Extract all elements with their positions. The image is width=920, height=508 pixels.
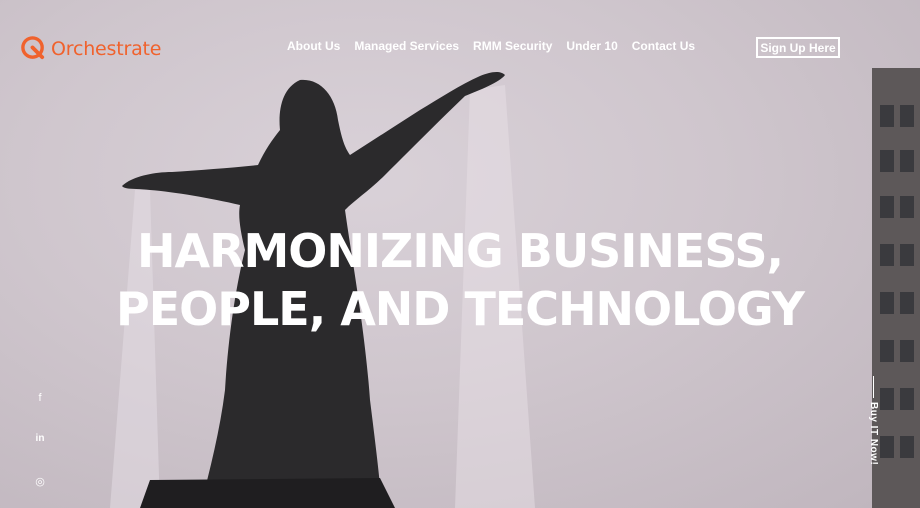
main-nav: About Us Managed Services RMM Security U…: [287, 39, 695, 53]
nav-link-contact-us[interactable]: Contact Us: [632, 39, 695, 53]
buy-it-now-label: Buy IT Now!: [868, 402, 879, 466]
nav-link-managed-services[interactable]: Managed Services: [354, 39, 459, 53]
orchestrate-logo-icon: [21, 36, 45, 60]
brand-name: Orchestrate: [51, 37, 162, 60]
nav-link-rmm-security[interactable]: RMM Security: [473, 39, 552, 53]
hero-headline-line-1: HARMONIZING BUSINESS,: [137, 224, 784, 278]
hero-headline-line-2: PEOPLE, AND TECHNOLOGY: [116, 282, 805, 336]
hero-section: Orchestrate About Us Managed Services RM…: [0, 0, 920, 508]
instagram-icon[interactable]: ◎: [32, 475, 48, 488]
hero-headline: HARMONIZING BUSINESS, PEOPLE, AND TECHNO…: [0, 222, 920, 338]
nav-link-under-10[interactable]: Under 10: [566, 39, 617, 53]
brand-logo[interactable]: Orchestrate: [20, 35, 161, 62]
side-link-divider: [873, 376, 874, 398]
facebook-icon[interactable]: f: [32, 392, 48, 404]
nav-link-about-us[interactable]: About Us: [287, 39, 340, 53]
buy-it-now-side-link[interactable]: Buy IT Now!: [868, 376, 879, 465]
linkedin-icon[interactable]: in: [32, 433, 48, 444]
sign-up-button[interactable]: Sign Up Here: [756, 37, 840, 58]
